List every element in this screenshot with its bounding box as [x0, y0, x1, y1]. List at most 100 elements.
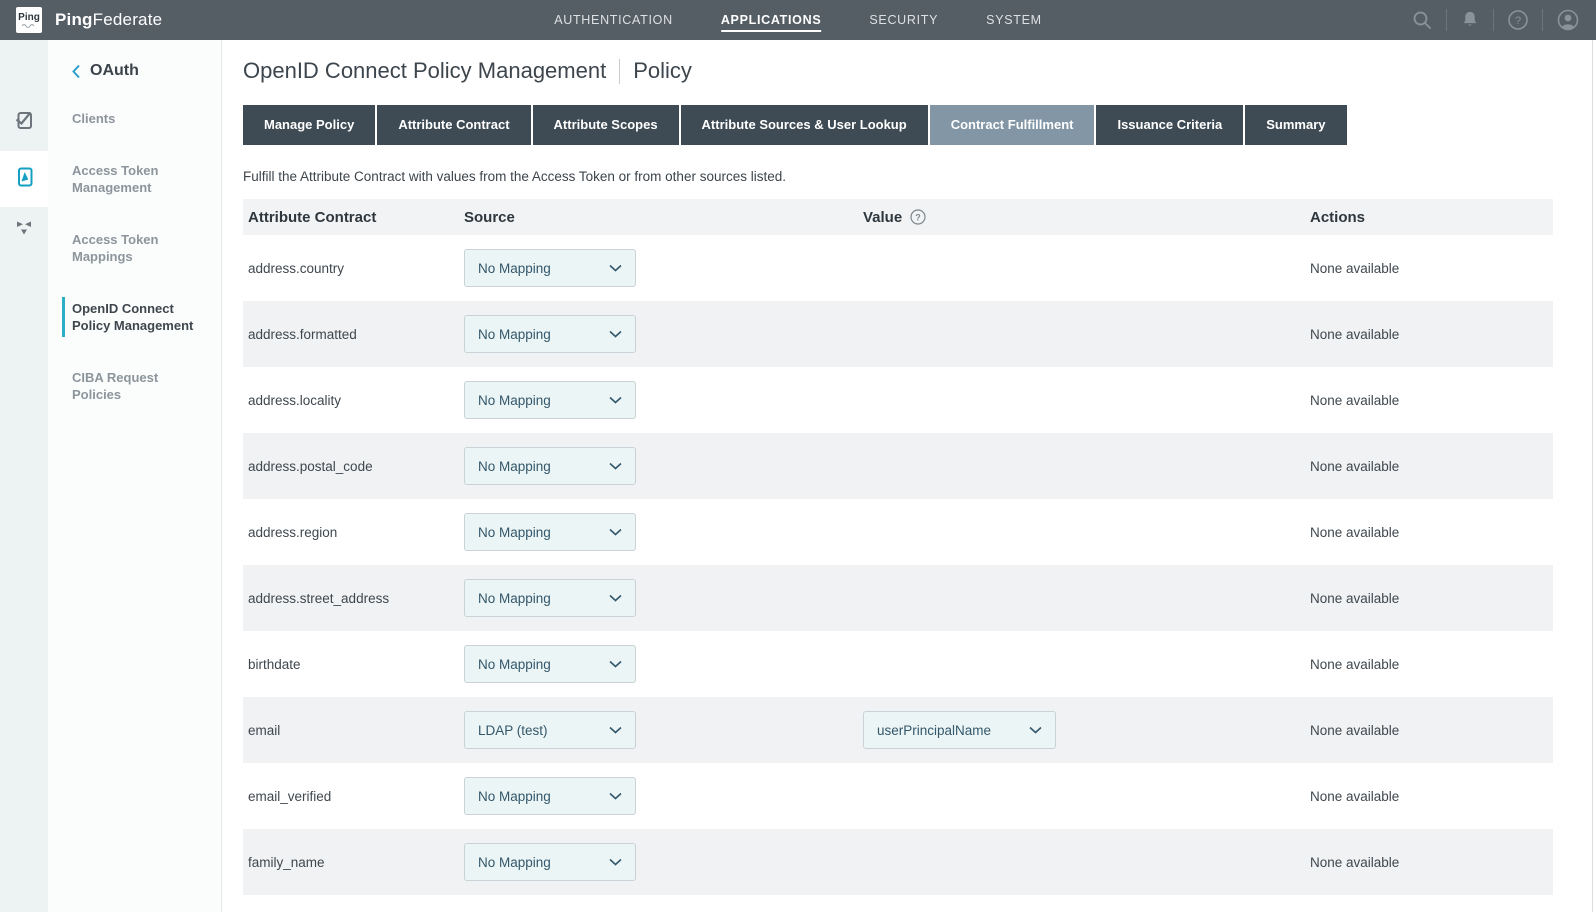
actions-cell: None available — [1305, 723, 1553, 738]
source-cell: No Mapping — [459, 777, 858, 815]
access-token-mappings-icon[interactable] — [13, 217, 35, 239]
tab-contract-fulfillment[interactable]: Contract Fulfillment — [930, 105, 1095, 145]
chevron-down-icon — [609, 792, 622, 800]
source-dropdown[interactable]: No Mapping — [464, 315, 636, 353]
source-dropdown[interactable]: No Mapping — [464, 579, 636, 617]
attribute-name: address.formatted — [243, 327, 459, 342]
chevron-down-icon — [1029, 726, 1042, 734]
clients-icon[interactable] — [13, 109, 35, 131]
attribute-name: address.locality — [243, 393, 459, 408]
sidebar-item-clients[interactable]: Clients — [72, 110, 198, 127]
source-dropdown[interactable]: No Mapping — [464, 645, 636, 683]
page-title-row: OpenID Connect Policy Management Policy — [243, 58, 1553, 84]
tab-manage-policy[interactable]: Manage Policy — [243, 105, 375, 145]
help-circle-icon[interactable]: ? — [910, 209, 926, 225]
chevron-down-icon — [609, 462, 622, 470]
svg-text:?: ? — [915, 212, 921, 222]
brand-title: PingFederate — [55, 10, 162, 30]
column-header-source: Source — [459, 209, 858, 226]
notifications-icon[interactable] — [1460, 9, 1480, 31]
sidebar-item-openid-connect-policy-management[interactable]: OpenID Connect Policy Management — [72, 300, 198, 334]
attribute-name: email — [243, 723, 459, 738]
chevron-down-icon — [609, 594, 622, 602]
source-dropdown-value: LDAP (test) — [478, 723, 548, 738]
oauth-back-link[interactable]: OAuth — [72, 62, 221, 80]
actions-cell: None available — [1305, 261, 1553, 276]
source-dropdown[interactable]: No Mapping — [464, 777, 636, 815]
sidebar-item-access-token-management[interactable]: Access Token Management — [72, 162, 198, 196]
source-cell: No Mapping — [459, 645, 858, 683]
tab-attribute-sources-user-lookup[interactable]: Attribute Sources & User Lookup — [681, 105, 928, 145]
access-token-management-icon[interactable] — [13, 166, 35, 188]
source-cell: No Mapping — [459, 447, 858, 485]
actions-cell: None available — [1305, 789, 1553, 804]
column-header-actions: Actions — [1305, 209, 1553, 226]
account-icon[interactable] — [1556, 8, 1580, 32]
chevron-down-icon — [609, 264, 622, 272]
fulfillment-table: Attribute Contract Source Value ? Action… — [243, 199, 1553, 895]
chevron-down-icon — [609, 396, 622, 404]
source-dropdown[interactable]: No Mapping — [464, 381, 636, 419]
sidebar-item-ciba-request-policies[interactable]: CIBA Request Policies — [72, 369, 198, 403]
help-icon[interactable]: ? — [1507, 9, 1529, 31]
attribute-name: address.postal_code — [243, 459, 459, 474]
nav-item-authentication[interactable]: AUTHENTICATION — [554, 8, 673, 32]
nav-item-security[interactable]: SECURITY — [869, 8, 938, 32]
tab-attribute-scopes[interactable]: Attribute Scopes — [533, 105, 679, 145]
source-dropdown-value: No Mapping — [478, 789, 551, 804]
header-divider — [1542, 9, 1543, 31]
chevron-down-icon — [609, 726, 622, 734]
actions-cell: None available — [1305, 855, 1553, 870]
table-row: address.region No Mapping None available — [243, 499, 1553, 565]
actions-cell: None available — [1305, 327, 1553, 342]
tab-bar: Manage PolicyAttribute ContractAttribute… — [243, 105, 1553, 145]
svg-text:?: ? — [1515, 15, 1521, 27]
source-dropdown-value: No Mapping — [478, 657, 551, 672]
source-dropdown-value: No Mapping — [478, 525, 551, 540]
table-row: address.postal_code No Mapping None avai… — [243, 433, 1553, 499]
nav-item-system[interactable]: SYSTEM — [986, 8, 1042, 32]
actions-cell: None available — [1305, 459, 1553, 474]
tab-summary[interactable]: Summary — [1245, 105, 1346, 145]
nav-item-applications[interactable]: APPLICATIONS — [721, 8, 822, 32]
actions-cell: None available — [1305, 525, 1553, 540]
tab-attribute-contract[interactable]: Attribute Contract — [377, 105, 530, 145]
page-description: Fulfill the Attribute Contract with valu… — [243, 169, 1553, 184]
source-cell: No Mapping — [459, 315, 858, 353]
attribute-name: birthdate — [243, 657, 459, 672]
source-cell: No Mapping — [459, 249, 858, 287]
brand-ping: Ping — [55, 10, 93, 29]
chevron-down-icon — [609, 858, 622, 866]
chevron-down-icon — [609, 528, 622, 536]
header-divider — [1493, 9, 1494, 31]
source-dropdown[interactable]: No Mapping — [464, 843, 636, 881]
ping-logo-text: Ping — [18, 13, 40, 23]
sidebar-icon-rail — [0, 40, 48, 912]
tab-issuance-criteria[interactable]: Issuance Criteria — [1096, 105, 1243, 145]
header-divider — [1446, 9, 1447, 31]
title-divider — [619, 59, 620, 84]
back-label: OAuth — [90, 62, 139, 80]
source-dropdown-value: No Mapping — [478, 855, 551, 870]
table-row: address.locality No Mapping None availab… — [243, 367, 1553, 433]
page-subtitle: Policy — [633, 58, 692, 84]
source-dropdown[interactable]: No Mapping — [464, 447, 636, 485]
ping-logo: Ping — [16, 7, 42, 33]
scrollbar-track[interactable] — [1592, 40, 1593, 912]
sidebar-items: Clients Access Token Management Access Tok… — [72, 110, 221, 403]
source-dropdown[interactable]: LDAP (test) — [464, 711, 636, 749]
value-header-label: Value — [863, 209, 902, 226]
value-cell: userPrincipalName — [858, 711, 1305, 749]
table-row: email LDAP (test) userPrincipalName None… — [243, 697, 1553, 763]
sidebar: OAuth Clients Access Token Management Acce… — [0, 40, 222, 912]
search-icon[interactable] — [1411, 9, 1433, 31]
attribute-name: address.country — [243, 261, 459, 276]
source-dropdown[interactable]: No Mapping — [464, 249, 636, 287]
actions-cell: None available — [1305, 393, 1553, 408]
value-dropdown[interactable]: userPrincipalName — [863, 711, 1056, 749]
main-content: OpenID Connect Policy Management Policy … — [222, 40, 1596, 912]
actions-cell: None available — [1305, 591, 1553, 606]
header-icons: ? — [1411, 8, 1580, 32]
sidebar-item-access-token-mappings[interactable]: Access Token Mappings — [72, 231, 198, 265]
source-dropdown[interactable]: No Mapping — [464, 513, 636, 551]
